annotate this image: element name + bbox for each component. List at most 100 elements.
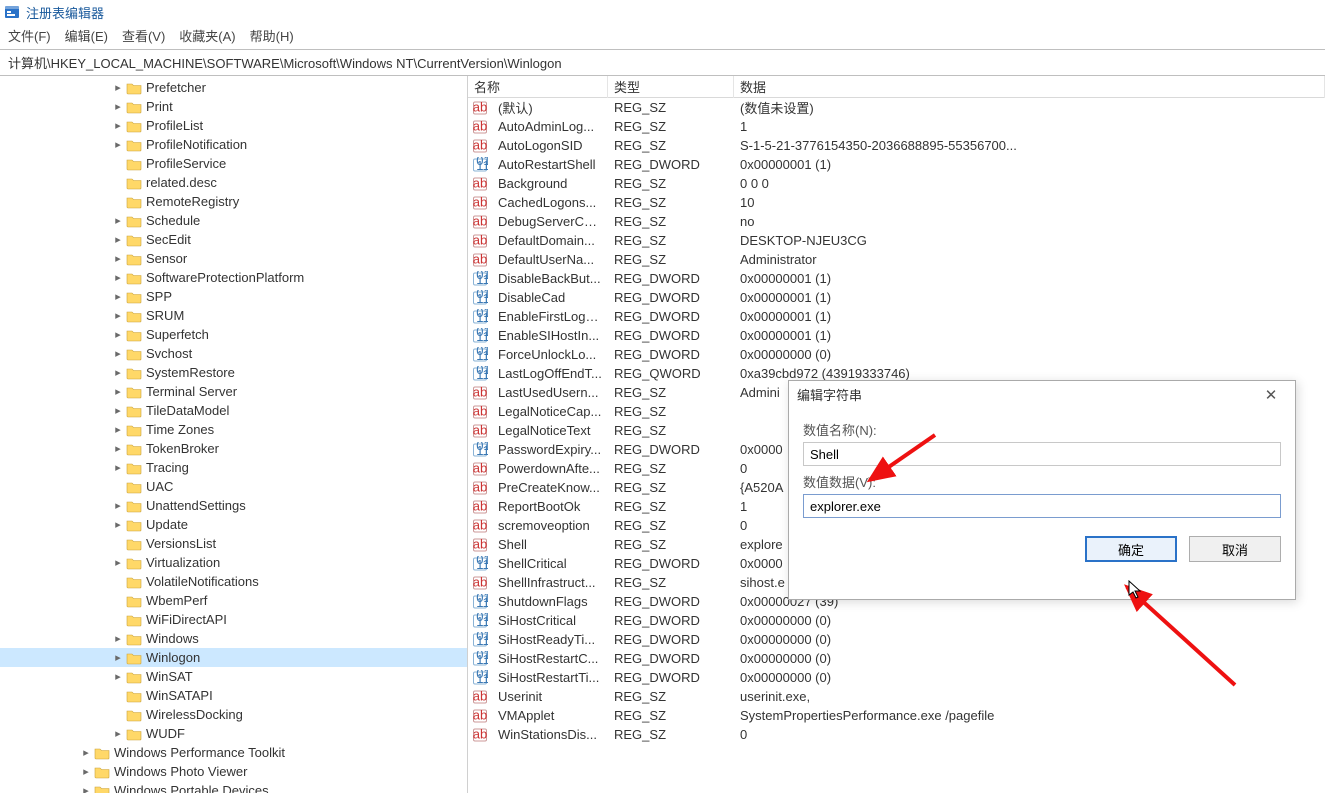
value-row[interactable]: DefaultUserNa...REG_SZAdministrator (468, 250, 1325, 269)
expander-icon[interactable] (112, 385, 124, 398)
col-name[interactable]: 名称 (468, 76, 608, 98)
tree-item[interactable]: Windows Performance Toolkit (0, 743, 467, 762)
expander-icon[interactable] (112, 252, 124, 265)
tree-item[interactable]: Time Zones (0, 420, 467, 439)
value-row[interactable]: DefaultDomain...REG_SZDESKTOP-NJEU3CG (468, 231, 1325, 250)
expander-icon[interactable] (112, 347, 124, 360)
expander-icon[interactable] (112, 670, 124, 683)
tree-item[interactable]: Prefetcher (0, 78, 467, 97)
tree-item[interactable]: ProfileService (0, 154, 467, 173)
tree-item[interactable]: Superfetch (0, 325, 467, 344)
value-row[interactable]: DisableBackBut...REG_DWORD0x00000001 (1) (468, 269, 1325, 288)
expander-icon[interactable] (112, 404, 124, 417)
tree-item[interactable]: WinSAT (0, 667, 467, 686)
value-row[interactable]: SiHostRestartC...REG_DWORD0x00000000 (0) (468, 649, 1325, 668)
tree-item[interactable]: SPP (0, 287, 467, 306)
tree-item[interactable]: WirelessDocking (0, 705, 467, 724)
value-row[interactable]: DebugServerCo...REG_SZno (468, 212, 1325, 231)
tree-item[interactable]: Tracing (0, 458, 467, 477)
value-row[interactable]: AutoRestartShellREG_DWORD0x00000001 (1) (468, 155, 1325, 174)
value-row[interactable]: SiHostRestartTi...REG_DWORD0x00000000 (0… (468, 668, 1325, 687)
menu-file[interactable]: 文件(F) (8, 26, 51, 45)
menu-favorites[interactable]: 收藏夹(A) (179, 26, 235, 45)
value-row[interactable]: SiHostCriticalREG_DWORD0x00000000 (0) (468, 611, 1325, 630)
tree-item[interactable]: WUDF (0, 724, 467, 743)
tree-item[interactable]: SRUM (0, 306, 467, 325)
col-data[interactable]: 数据 (734, 76, 1325, 98)
expander-icon[interactable] (112, 499, 124, 512)
tree-item[interactable]: Windows (0, 629, 467, 648)
expander-icon[interactable] (80, 765, 92, 778)
expander-icon[interactable] (112, 328, 124, 341)
value-row[interactable]: UserinitREG_SZuserinit.exe, (468, 687, 1325, 706)
menu-view[interactable]: 查看(V) (122, 26, 165, 45)
value-row[interactable]: (默认)REG_SZ(数值未设置) (468, 98, 1325, 117)
tree-item[interactable]: RemoteRegistry (0, 192, 467, 211)
tree-item[interactable]: Print (0, 97, 467, 116)
dialog-titlebar[interactable]: 编辑字符串 ✕ (789, 381, 1295, 408)
tree-item[interactable]: UAC (0, 477, 467, 496)
expander-icon[interactable] (112, 632, 124, 645)
expander-icon[interactable] (112, 518, 124, 531)
registry-tree[interactable]: PrefetcherPrintProfileListProfileNotific… (0, 76, 468, 793)
value-row[interactable]: ForceUnlockLo...REG_DWORD0x00000000 (0) (468, 345, 1325, 364)
expander-icon[interactable] (112, 366, 124, 379)
value-row[interactable]: BackgroundREG_SZ0 0 0 (468, 174, 1325, 193)
menu-edit[interactable]: 编辑(E) (65, 26, 108, 45)
tree-item[interactable]: WinSATAPI (0, 686, 467, 705)
tree-item[interactable]: Virtualization (0, 553, 467, 572)
expander-icon[interactable] (112, 309, 124, 322)
tree-item[interactable]: ProfileNotification (0, 135, 467, 154)
value-row[interactable]: AutoAdminLog...REG_SZ1 (468, 117, 1325, 136)
tree-item[interactable]: Winlogon (0, 648, 467, 667)
address-bar[interactable]: 计算机\HKEY_LOCAL_MACHINE\SOFTWARE\Microsof… (0, 49, 1325, 76)
expander-icon[interactable] (80, 746, 92, 759)
tree-item[interactable]: UnattendSettings (0, 496, 467, 515)
expander-icon[interactable] (112, 100, 124, 113)
tree-item[interactable]: Svchost (0, 344, 467, 363)
tree-item[interactable]: Terminal Server (0, 382, 467, 401)
menu-help[interactable]: 帮助(H) (250, 26, 294, 45)
tree-item[interactable]: related.desc (0, 173, 467, 192)
tree-item[interactable]: WiFiDirectAPI (0, 610, 467, 629)
value-row[interactable]: AutoLogonSIDREG_SZS-1-5-21-3776154350-20… (468, 136, 1325, 155)
expander-icon[interactable] (112, 138, 124, 151)
value-row[interactable]: DisableCadREG_DWORD0x00000001 (1) (468, 288, 1325, 307)
tree-item[interactable]: Sensor (0, 249, 467, 268)
value-row[interactable]: SiHostReadyTi...REG_DWORD0x00000000 (0) (468, 630, 1325, 649)
tree-item[interactable]: SoftwareProtectionPlatform (0, 268, 467, 287)
expander-icon[interactable] (112, 442, 124, 455)
expander-icon[interactable] (112, 233, 124, 246)
value-row[interactable]: CachedLogons...REG_SZ10 (468, 193, 1325, 212)
expander-icon[interactable] (112, 727, 124, 740)
expander-icon[interactable] (112, 271, 124, 284)
tree-item[interactable]: SecEdit (0, 230, 467, 249)
ok-button[interactable]: 确定 (1085, 536, 1177, 562)
expander-icon[interactable] (112, 81, 124, 94)
tree-item[interactable]: Windows Photo Viewer (0, 762, 467, 781)
tree-item[interactable]: TokenBroker (0, 439, 467, 458)
tree-item[interactable]: VolatileNotifications (0, 572, 467, 591)
tree-item[interactable]: Windows Portable Devices (0, 781, 467, 793)
tree-item[interactable]: VersionsList (0, 534, 467, 553)
tree-item[interactable]: TileDataModel (0, 401, 467, 420)
expander-icon[interactable] (112, 290, 124, 303)
expander-icon[interactable] (112, 556, 124, 569)
tree-item[interactable]: Schedule (0, 211, 467, 230)
col-type[interactable]: 类型 (608, 76, 734, 98)
tree-item[interactable]: WbemPerf (0, 591, 467, 610)
value-row[interactable]: EnableSIHostIn...REG_DWORD0x00000001 (1) (468, 326, 1325, 345)
expander-icon[interactable] (112, 119, 124, 132)
expander-icon[interactable] (112, 651, 124, 664)
close-icon[interactable]: ✕ (1255, 386, 1287, 404)
value-row[interactable]: WinStationsDis...REG_SZ0 (468, 725, 1325, 744)
expander-icon[interactable] (112, 214, 124, 227)
expander-icon[interactable] (112, 423, 124, 436)
value-row[interactable]: EnableFirstLogo...REG_DWORD0x00000001 (1… (468, 307, 1325, 326)
expander-icon[interactable] (80, 784, 92, 793)
tree-item[interactable]: SystemRestore (0, 363, 467, 382)
value-data-field[interactable] (803, 494, 1281, 518)
value-row[interactable]: VMAppletREG_SZSystemPropertiesPerformanc… (468, 706, 1325, 725)
tree-item[interactable]: Update (0, 515, 467, 534)
cancel-button[interactable]: 取消 (1189, 536, 1281, 562)
